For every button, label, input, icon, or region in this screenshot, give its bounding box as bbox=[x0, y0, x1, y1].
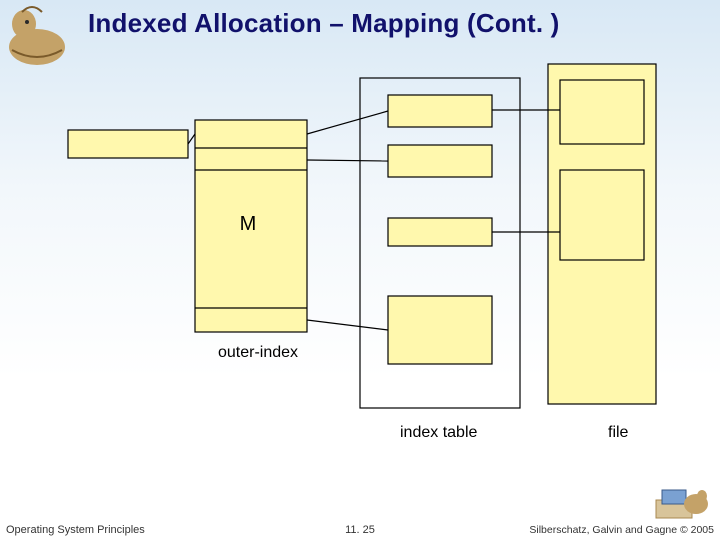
index-block-3 bbox=[388, 218, 492, 246]
index-block-4 bbox=[388, 296, 492, 364]
file-block bbox=[548, 64, 656, 404]
footer-right: Silberschatz, Galvin and Gagne © 2005 bbox=[529, 524, 714, 536]
index-block-1 bbox=[388, 95, 492, 127]
m-glyph: M bbox=[240, 213, 257, 235]
label-outer-index: outer-index bbox=[218, 344, 298, 362]
entry-box bbox=[68, 130, 188, 158]
dino-logo-bottom bbox=[652, 474, 712, 522]
index-block-2 bbox=[388, 145, 492, 177]
label-file: file bbox=[608, 424, 628, 442]
diagram-canvas: M bbox=[0, 0, 720, 540]
label-index-table: index table bbox=[400, 424, 477, 442]
